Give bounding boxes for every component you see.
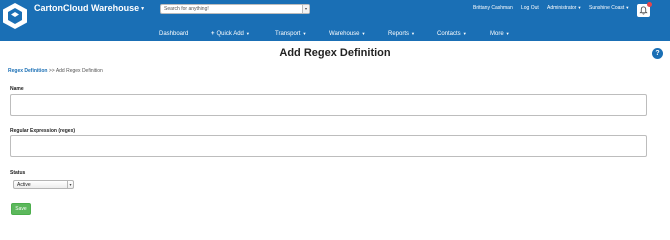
nav-transport[interactable]: Transport ▼ <box>275 31 306 37</box>
status-value: Active <box>17 182 31 188</box>
chevron-down-icon: ▼ <box>140 5 146 12</box>
status-select[interactable]: Active ▾ <box>13 180 74 189</box>
cartoncloud-logo-icon[interactable] <box>2 2 28 30</box>
nav-reports-label: Reports <box>388 31 410 37</box>
bell-icon <box>639 6 648 15</box>
nav-warehouse[interactable]: Warehouse ▼ <box>329 31 365 37</box>
chevron-down-icon: ▼ <box>302 31 307 36</box>
save-button[interactable]: Save <box>11 203 31 215</box>
role-label: Administrator <box>547 5 577 11</box>
chevron-down-icon: ▼ <box>625 5 630 10</box>
breadcrumb-regex-definition-link[interactable]: Regex Definition <box>8 68 47 74</box>
nav-warehouse-label: Warehouse <box>329 31 360 37</box>
logout-link[interactable]: Log Out <box>521 5 539 11</box>
plus-icon: + <box>211 31 215 37</box>
nav-more[interactable]: More ▼ <box>490 31 510 37</box>
status-label: Status <box>10 170 26 176</box>
role-menu[interactable]: Administrator▼ <box>547 5 581 11</box>
regex-field[interactable] <box>10 135 647 157</box>
user-name[interactable]: Brittany Cashman <box>473 5 513 11</box>
nav-transport-label: Transport <box>275 31 301 37</box>
nav-more-label: More <box>490 31 504 37</box>
nav-quick-add[interactable]: + Quick Add ▼ <box>211 31 250 37</box>
location-label: Sunshine Coast <box>589 5 625 11</box>
nav-contacts-label: Contacts <box>437 31 461 37</box>
nav-reports[interactable]: Reports ▼ <box>388 31 415 37</box>
chevron-down-icon: ▼ <box>411 31 415 36</box>
search-placeholder: Search for anything! <box>164 6 209 12</box>
nav-quick-add-label: Quick Add <box>216 31 244 37</box>
breadcrumb: Regex Definition >> Add Regex Definition <box>8 68 103 74</box>
nav-contacts[interactable]: Contacts ▼ <box>437 31 467 37</box>
search-dropdown-icon[interactable]: ▾ <box>302 5 309 13</box>
name-label: Name <box>10 86 24 92</box>
name-field[interactable] <box>10 94 647 116</box>
breadcrumb-current: Add Regex Definition <box>55 68 103 74</box>
notifications-button[interactable] <box>637 2 652 17</box>
search-input[interactable]: Search for anything! ▾ <box>160 4 310 14</box>
page-title: Add Regex Definition <box>279 47 391 59</box>
regex-label: Regular Expression (regex) <box>10 128 76 134</box>
chevron-down-icon: ▾ <box>67 181 73 188</box>
chevron-down-icon: ▼ <box>245 31 250 36</box>
notification-badge <box>647 2 652 7</box>
brand-menu[interactable]: CartonCloud Warehouse▼ <box>34 3 145 13</box>
help-icon[interactable]: ? <box>652 48 663 59</box>
nav-dashboard[interactable]: Dashboard <box>159 31 188 37</box>
chevron-down-icon: ▼ <box>361 31 366 36</box>
chevron-down-icon: ▼ <box>505 31 510 36</box>
top-navbar: CartonCloud Warehouse▼ Search for anythi… <box>0 0 670 41</box>
chevron-down-icon: ▼ <box>577 5 582 10</box>
breadcrumb-separator: >> <box>48 68 55 74</box>
location-menu[interactable]: Sunshine Coast▼ <box>589 5 629 11</box>
chevron-down-icon: ▼ <box>462 31 467 36</box>
brand-name: CartonCloud Warehouse <box>34 3 140 13</box>
